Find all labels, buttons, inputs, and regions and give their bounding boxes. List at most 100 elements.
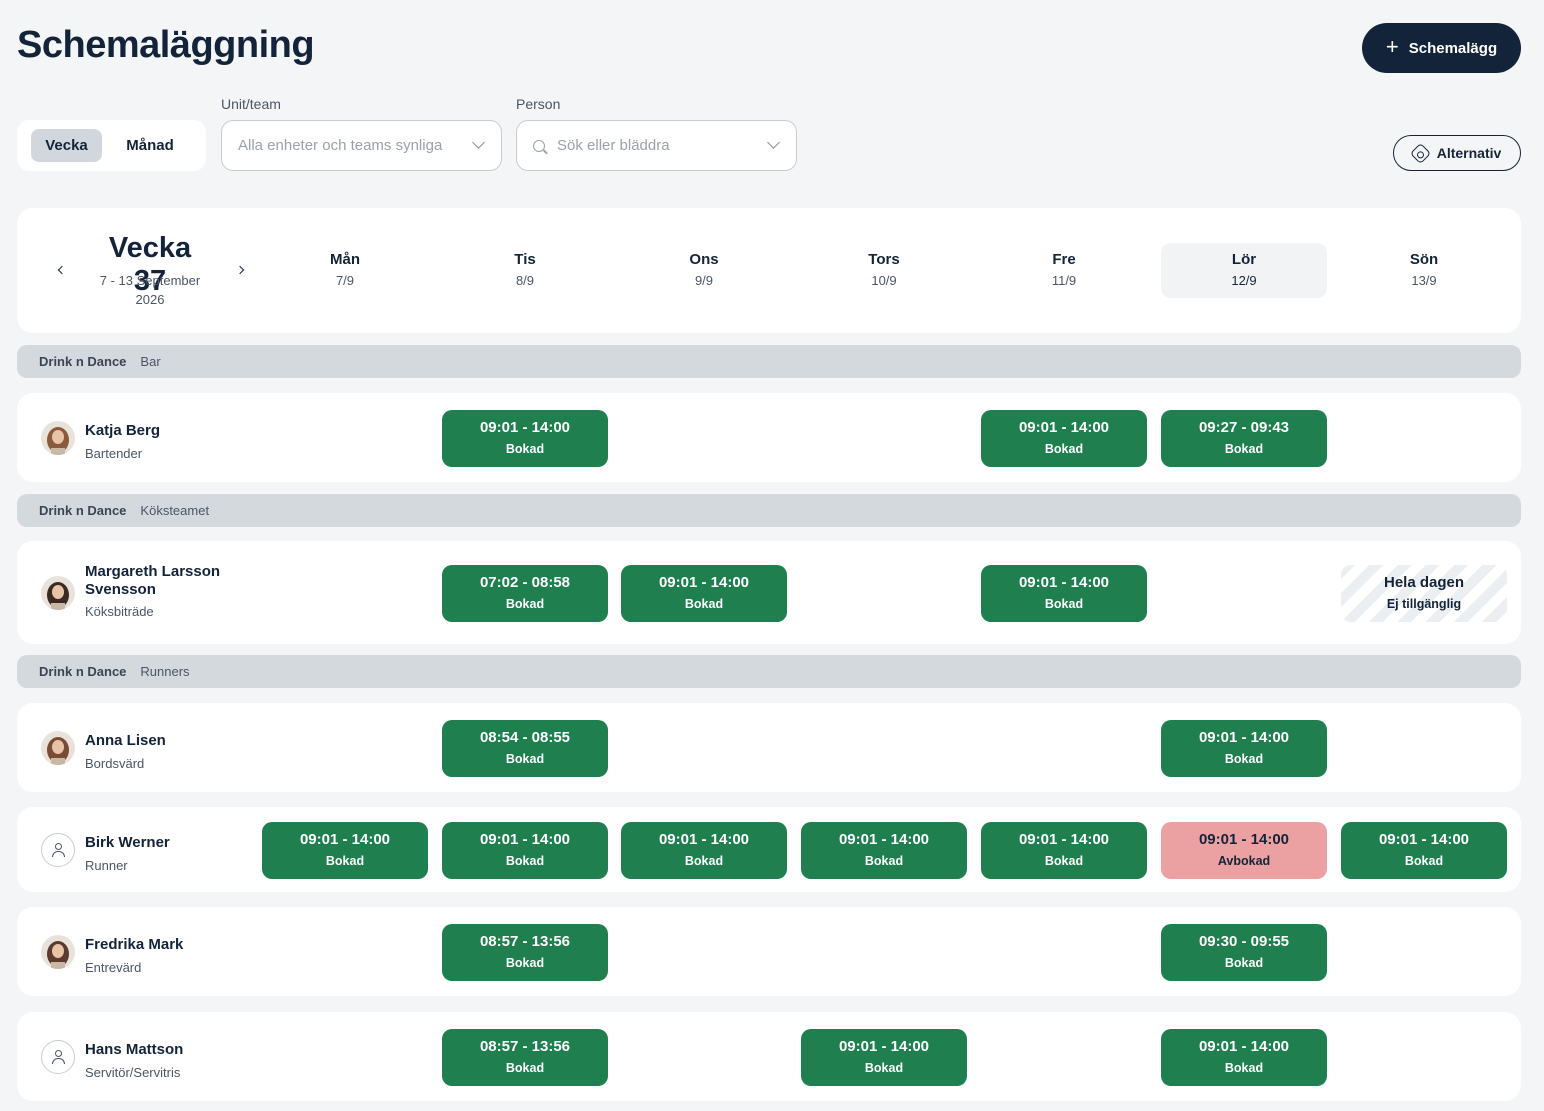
shift-card[interactable]: 08:57 - 13:56 Bokad bbox=[442, 1029, 608, 1086]
shift-status: Bokad bbox=[1224, 1061, 1264, 1075]
shift-time: 07:02 - 08:58 bbox=[479, 574, 571, 591]
shift-status: Bokad bbox=[505, 442, 545, 456]
shift-card[interactable]: 09:01 - 14:00 Bokad bbox=[442, 822, 608, 879]
shift-card[interactable]: 09:01 - 14:00 Bokad bbox=[981, 410, 1147, 467]
person-name: Katja Berg bbox=[85, 421, 161, 439]
day-column-header[interactable]: Sön 13/9 bbox=[1341, 243, 1507, 298]
shift-card[interactable]: 09:01 - 14:00 Bokad bbox=[621, 822, 787, 879]
cancelled-shift-card[interactable]: 09:01 - 14:00 Avbokad bbox=[1161, 822, 1327, 879]
previous-week-icon[interactable] bbox=[54, 262, 70, 278]
person-name: Fredrika Mark bbox=[85, 935, 184, 953]
options-button[interactable]: Alternativ bbox=[1393, 135, 1521, 171]
shift-status: Bokad bbox=[1224, 752, 1264, 766]
day-column-header[interactable]: Ons 9/9 bbox=[621, 243, 787, 298]
month-view-tab[interactable]: Månad bbox=[110, 129, 190, 162]
shift-status: Bokad bbox=[684, 597, 724, 611]
group-team-name: Köksteamet bbox=[140, 503, 210, 518]
unavailable-block[interactable]: Hela dagen Ej tillgänglig bbox=[1341, 565, 1507, 622]
shift-card[interactable]: 09:01 - 14:00 Bokad bbox=[801, 1029, 967, 1086]
day-name: Fre bbox=[1052, 251, 1076, 268]
group-unit-name: Drink n Dance bbox=[39, 664, 127, 679]
shift-card[interactable]: 09:01 - 14:00 Bokad bbox=[442, 410, 608, 467]
day-column-header[interactable]: Tis 8/9 bbox=[442, 243, 608, 298]
shift-time: Hela dagen bbox=[1383, 574, 1465, 591]
shift-card[interactable]: 08:54 - 08:55 Bokad bbox=[442, 720, 608, 777]
shift-time: 09:01 - 14:00 bbox=[1018, 574, 1110, 591]
shift-time: 09:01 - 14:00 bbox=[658, 574, 750, 591]
shift-time: 09:01 - 14:00 bbox=[1198, 831, 1290, 848]
shift-time: 09:01 - 14:00 bbox=[838, 831, 930, 848]
person-role: Bartender bbox=[85, 445, 143, 461]
shift-card[interactable]: 09:01 - 14:00 Bokad bbox=[981, 822, 1147, 879]
avatar bbox=[41, 832, 75, 867]
shift-time: 08:54 - 08:55 bbox=[479, 729, 571, 746]
shift-status: Ej tillgänglig bbox=[1386, 597, 1462, 611]
team-group-header: Drink n Dance Bar bbox=[17, 345, 1521, 378]
shift-time: 09:01 - 14:00 bbox=[1018, 831, 1110, 848]
person-search-select[interactable]: Sök eller bläddra bbox=[516, 120, 797, 171]
day-date: 11/9 bbox=[1051, 273, 1077, 288]
shift-card[interactable]: 09:01 - 14:00 Bokad bbox=[621, 565, 787, 622]
person-icon bbox=[51, 842, 65, 857]
person-row: Birk Werner Runner 09:01 - 14:00 Bokad 09:01… bbox=[17, 807, 1521, 892]
shift-status: Bokad bbox=[505, 597, 545, 611]
day-column-header[interactable]: Tors 10/9 bbox=[801, 243, 967, 298]
team-group-header: Drink n Dance Köksteamet bbox=[17, 494, 1521, 527]
shift-card[interactable]: 09:01 - 14:00 Bokad bbox=[981, 565, 1147, 622]
week-year: 2026 bbox=[135, 292, 165, 307]
shift-status: Bokad bbox=[864, 1061, 904, 1075]
shift-time: 09:01 - 14:00 bbox=[1198, 1038, 1290, 1055]
team-group-header: Drink n Dance Runners bbox=[17, 655, 1521, 688]
shift-status: Bokad bbox=[505, 854, 545, 868]
page-title: Schemaläggning bbox=[17, 24, 315, 66]
shift-card[interactable]: 09:01 - 14:00 Bokad bbox=[1161, 1029, 1327, 1086]
day-date: 7/9 bbox=[335, 273, 355, 288]
shift-time: 09:01 - 14:00 bbox=[1378, 831, 1470, 848]
shift-card[interactable]: 08:57 - 13:56 Bokad bbox=[442, 924, 608, 981]
person-row: Fredrika Mark Entrevärd 08:57 - 13:56 Bokad… bbox=[17, 907, 1521, 996]
shift-card[interactable]: 09:01 - 14:00 Bokad bbox=[1341, 822, 1507, 879]
avatar bbox=[41, 575, 75, 610]
shift-card[interactable]: 09:01 - 14:00 Bokad bbox=[801, 822, 967, 879]
shift-status: Bokad bbox=[505, 752, 545, 766]
person-role: Köksbiträde bbox=[85, 604, 154, 619]
shift-time: 09:01 - 14:00 bbox=[479, 419, 571, 436]
day-date: 9/9 bbox=[694, 273, 714, 288]
next-week-icon[interactable] bbox=[232, 262, 248, 278]
shift-card[interactable]: 09:30 - 09:55 Bokad bbox=[1161, 924, 1327, 981]
shift-card[interactable]: 09:01 - 14:00 Bokad bbox=[1161, 720, 1327, 777]
week-range: 7 - 13 September bbox=[99, 273, 201, 288]
shift-time: 09:01 - 14:00 bbox=[838, 1038, 930, 1055]
search-icon bbox=[533, 139, 545, 152]
shift-time: 09:27 - 09:43 bbox=[1198, 419, 1290, 436]
shift-status: Bokad bbox=[864, 854, 904, 868]
unit-filter-label: Unit/team bbox=[221, 96, 281, 112]
shift-card[interactable]: 07:02 - 08:58 Bokad bbox=[442, 565, 608, 622]
unit-team-select[interactable]: Alla enheter och teams synliga bbox=[221, 120, 502, 171]
week-view-tab[interactable]: Vecka bbox=[31, 129, 102, 162]
avatar bbox=[41, 420, 75, 455]
shift-status: Bokad bbox=[1404, 854, 1444, 868]
day-name: Mån bbox=[330, 251, 360, 268]
day-date: 12/9 bbox=[1231, 273, 1257, 288]
person-icon bbox=[51, 1049, 65, 1064]
unit-team-placeholder: Alla enheter och teams synliga bbox=[238, 137, 443, 154]
view-toggle: Vecka Månad bbox=[17, 120, 206, 171]
week-date-range: 7 - 13 September 2026 bbox=[89, 271, 211, 309]
avatar bbox=[41, 1039, 75, 1074]
schedule-button-label: Schemalägg bbox=[1408, 39, 1498, 57]
chevron-down-icon bbox=[767, 136, 780, 149]
day-column-header[interactable]: Fre 11/9 bbox=[981, 243, 1147, 298]
plus-icon: + bbox=[1385, 34, 1399, 59]
shift-card[interactable]: 09:27 - 09:43 Bokad bbox=[1161, 410, 1327, 467]
day-column-header[interactable]: Mån 7/9 bbox=[262, 243, 428, 298]
person-filter-label: Person bbox=[516, 96, 561, 112]
shift-status: Bokad bbox=[1224, 442, 1264, 456]
shift-time: 09:01 - 14:00 bbox=[1018, 419, 1110, 436]
day-column-header[interactable]: Lör 12/9 bbox=[1161, 243, 1327, 298]
person-role: Bordsvärd bbox=[85, 755, 145, 771]
schedule-button[interactable]: + Schemalägg bbox=[1362, 23, 1521, 73]
shift-card[interactable]: 09:01 - 14:00 Bokad bbox=[262, 822, 428, 879]
shift-status: Bokad bbox=[684, 854, 724, 868]
shift-status: Avbokad bbox=[1217, 854, 1271, 868]
